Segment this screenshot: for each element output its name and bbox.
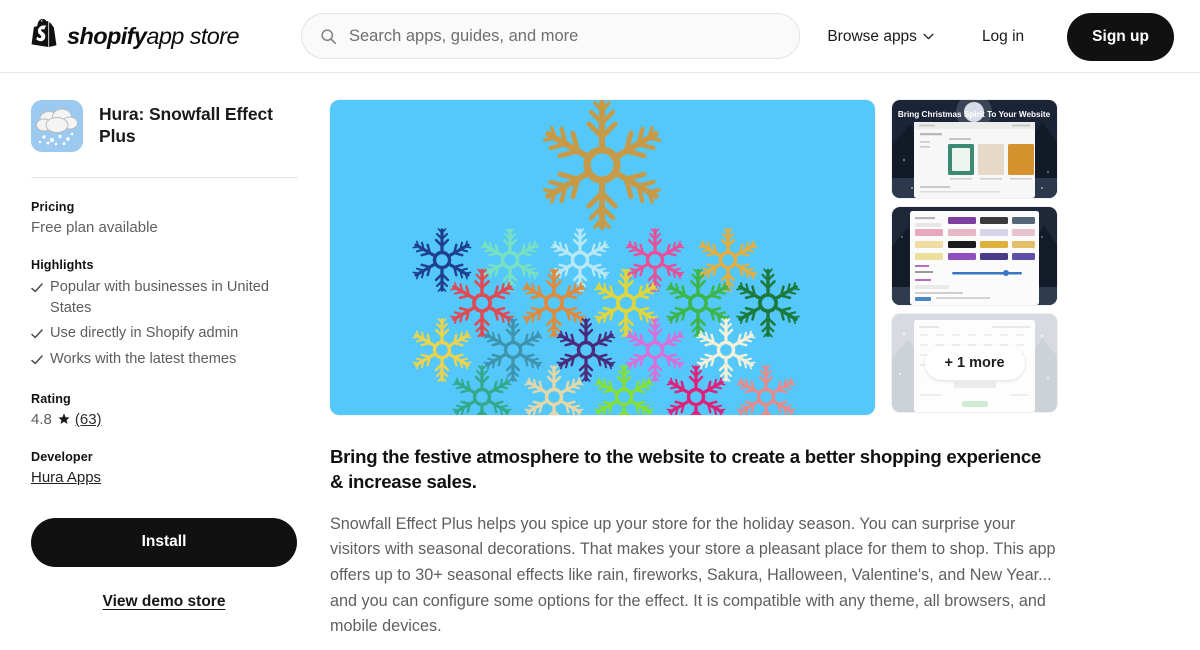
logo-wordmark: shopifyapp store (67, 22, 240, 50)
thumbnail-1-artwork: Bring Christmas Spirit To Your Website (892, 100, 1057, 198)
sidebar-divider (31, 177, 298, 178)
rating-value-row: 4.8 (63) (31, 411, 298, 428)
check-icon (31, 355, 43, 365)
app-header: Hura: Snowfall Effect Plus (31, 100, 298, 152)
app-sidebar: Hura: Snowfall Effect Plus Pricing Free … (0, 73, 330, 640)
install-button[interactable]: Install (31, 517, 297, 567)
search-input[interactable] (349, 26, 781, 46)
rating-count-link[interactable]: (63) (75, 411, 102, 428)
highlights-list: Popular with businesses in United States… (31, 277, 298, 370)
rating-score: 4.8 (31, 410, 52, 428)
shopify-app-store-logo[interactable]: shopifyapp store (29, 19, 240, 53)
star-icon (58, 413, 70, 425)
check-icon (31, 329, 43, 339)
app-main-content: Bring Christmas Spirit To Your Website +… (330, 73, 1059, 640)
highlight-text: Use directly in Shopify admin (50, 325, 239, 342)
snowflakes-hero-image[interactable] (330, 100, 875, 415)
browse-apps-label: Browse apps (827, 27, 917, 45)
app-title: Hura: Snowfall Effect Plus (99, 104, 273, 147)
list-item: Popular with businesses in United States (31, 277, 298, 318)
rating-label: Rating (31, 391, 71, 406)
developer-label: Developer (31, 449, 93, 464)
highlight-text: Popular with businesses in United States (50, 279, 270, 316)
thumbnail-effects-picker[interactable] (892, 207, 1057, 305)
more-count-badge[interactable]: + 1 more (924, 346, 1025, 380)
thumbnail-christmas-spirit[interactable]: Bring Christmas Spirit To Your Website (892, 100, 1057, 198)
log-in-link[interactable]: Log in (982, 28, 1024, 46)
chevron-down-icon (923, 33, 934, 40)
developer-section: Developer Hura Apps (31, 450, 298, 487)
search-icon (321, 28, 337, 44)
page-body: Hura: Snowfall Effect Plus Pricing Free … (0, 73, 1200, 640)
list-item: Use directly in Shopify admin (31, 323, 298, 344)
header-nav: Browse apps Log in Sign up (827, 0, 1174, 73)
list-item: Works with the latest themes (31, 349, 298, 370)
rating-section: Rating 4.8 (63) (31, 392, 298, 428)
pricing-value: Free plan available (31, 219, 158, 236)
shopify-bag-icon (31, 19, 57, 47)
thumbnail-more[interactable]: + 1 more (892, 314, 1057, 412)
logo-text-shopify: shopify (67, 22, 147, 49)
app-tagline: Bring the festive atmosphere to the webs… (330, 446, 1042, 492)
svg-text:Bring Christmas Spirit To Your: Bring Christmas Spirit To Your Website (898, 110, 1051, 119)
media-gallery: Bring Christmas Spirit To Your Website +… (330, 100, 1059, 415)
developer-link[interactable]: Hura Apps (31, 469, 101, 486)
thumbnail-strip: Bring Christmas Spirit To Your Website +… (892, 100, 1057, 412)
highlight-text: Works with the latest themes (50, 351, 237, 368)
pricing-section: Pricing Free plan available (31, 200, 298, 236)
log-in-label: Log in (981, 27, 1025, 45)
hero-artwork (330, 100, 875, 415)
pricing-label: Pricing (31, 200, 75, 214)
app-description: Snowfall Effect Plus helps you spice up … (330, 514, 1056, 636)
view-demo-store-link[interactable]: View demo store (31, 593, 297, 611)
search-bar[interactable] (301, 13, 800, 59)
check-icon (31, 283, 43, 293)
site-header: shopifyapp store Browse apps Log in Sign… (0, 0, 1200, 73)
highlights-label: Highlights (31, 258, 94, 272)
sign-up-button[interactable]: Sign up (1067, 12, 1174, 61)
snow-cloud-icon (31, 100, 83, 152)
highlights-section: Highlights Popular with businesses in Un… (31, 258, 298, 370)
browse-apps-menu[interactable]: Browse apps (827, 28, 934, 46)
app-copy: Bring the festive atmosphere to the webs… (330, 445, 1059, 640)
thumbnail-2-artwork (892, 207, 1057, 305)
logo-text-appstore: app store (146, 22, 239, 49)
